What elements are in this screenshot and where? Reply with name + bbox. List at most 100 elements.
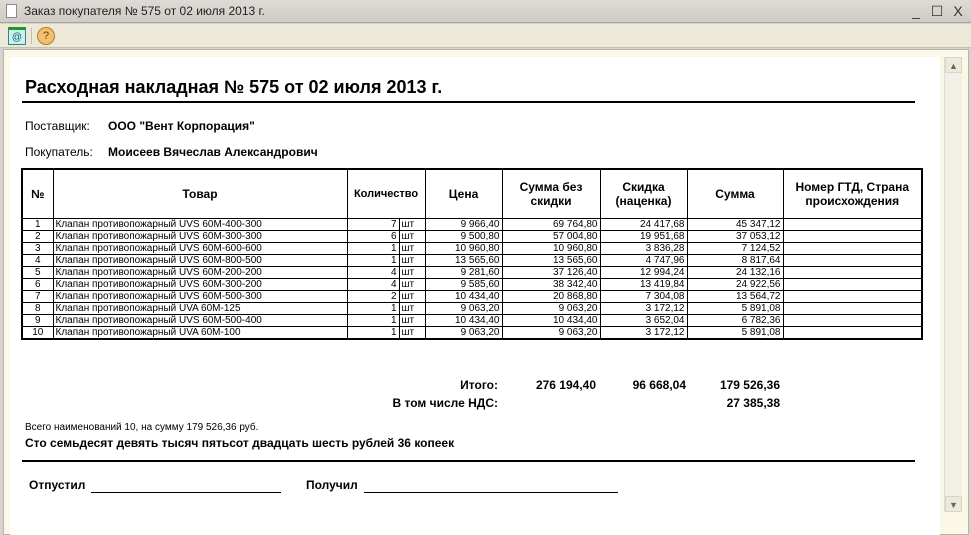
row-sum-nodisc: 10 960,80 [501, 241, 601, 255]
row-qty: 1 [346, 301, 400, 315]
row-discount: 13 419,84 [599, 277, 688, 291]
row-unit: шт [398, 217, 426, 231]
row-num: 5 [21, 265, 54, 279]
close-button[interactable]: X [950, 3, 966, 19]
vat-label: В том числе НДС: [392, 396, 498, 410]
row-price: 10 434,40 [424, 289, 503, 303]
row-price: 9 500,80 [424, 229, 503, 243]
received-signature-line [364, 492, 618, 493]
row-unit: шт [398, 265, 426, 279]
row-gtd [782, 253, 923, 267]
maximize-button[interactable]: ☐ [929, 3, 945, 20]
row-unit: шт [398, 289, 426, 303]
col-discount: Скидка (наценка) [599, 168, 688, 219]
divider [22, 460, 915, 462]
table-row: 9 Клапан противопожарный UVS 60М-500-400 1… [21, 313, 923, 327]
row-price: 9 281,60 [424, 265, 503, 279]
vertical-scrollbar[interactable]: ▲ ▼ [944, 57, 962, 512]
row-price: 13 565,60 [424, 253, 503, 267]
row-sum: 37 053,12 [686, 229, 784, 243]
row-unit: шт [398, 313, 426, 327]
row-sum: 13 564,72 [686, 289, 784, 303]
col-price: Цена [424, 168, 503, 219]
row-discount: 3 652,04 [599, 313, 688, 327]
row-discount: 3 172,12 [599, 325, 688, 339]
col-num: № [21, 168, 54, 219]
row-qty: 4 [346, 277, 400, 291]
row-sum-nodisc: 38 342,40 [501, 277, 601, 291]
row-price: 9 966,40 [424, 217, 503, 231]
row-sum-nodisc: 69 764,80 [501, 217, 601, 231]
row-sum-nodisc: 9 063,20 [501, 301, 601, 315]
row-item: Клапан противопожарный UVS 60М-600-600 [52, 241, 348, 255]
row-item: Клапан противопожарный UVA 60М-125 [52, 301, 348, 315]
buyer-label: Покупатель: [25, 145, 93, 159]
row-sum-nodisc: 10 434,40 [501, 313, 601, 327]
row-sum: 45 347,12 [686, 217, 784, 231]
row-item: Клапан противопожарный UVS 60М-500-400 [52, 313, 348, 327]
row-item: Клапан противопожарный UVS 60М-500-300 [52, 289, 348, 303]
row-item: Клапан противопожарный UVS 60М-200-200 [52, 265, 348, 279]
row-gtd [782, 229, 923, 243]
row-item: Клапан противопожарный UVS 60М-300-200 [52, 277, 348, 291]
row-sum: 6 782,36 [686, 313, 784, 327]
total-sum-nodisc: 276 194,40 [535, 378, 596, 392]
row-item: Клапан противопожарный UVA 60М-100 [52, 325, 348, 339]
supplier-name: ООО "Вент Корпорация" [108, 119, 255, 133]
row-gtd [782, 313, 923, 327]
row-num: 8 [21, 301, 54, 315]
row-qty: 1 [346, 325, 400, 339]
table-row: 5 Клапан противопожарный UVS 60М-200-200 4… [21, 265, 923, 279]
row-discount: 24 417,68 [599, 217, 688, 231]
table-row: 8 Клапан противопожарный UVA 60М-125 1 шт 9 … [21, 301, 923, 315]
col-sum-nodisc: Сумма без скидки [501, 168, 601, 219]
row-sum-nodisc: 13 565,60 [501, 253, 601, 267]
row-discount: 12 994,24 [599, 265, 688, 279]
row-num: 6 [21, 277, 54, 291]
invoice-title: Расходная накладная № 575 от 02 июля 201… [25, 77, 443, 97]
released-signature-line [91, 492, 281, 493]
row-sum: 5 891,08 [686, 325, 784, 339]
row-sum-nodisc: 9 063,20 [501, 325, 601, 339]
row-price: 9 063,20 [424, 325, 503, 339]
row-sum-nodisc: 57 004,80 [501, 229, 601, 243]
row-num: 4 [21, 253, 54, 267]
row-qty: 1 [346, 253, 400, 267]
help-icon[interactable]: ? [37, 27, 55, 45]
send-email-icon[interactable]: @ [8, 27, 26, 45]
table-row: 7 Клапан противопожарный UVS 60М-500-300 2… [21, 289, 923, 303]
row-unit: шт [398, 325, 426, 339]
table-row: 2 Клапан противопожарный UVS 60М-300-300 6… [21, 229, 923, 243]
released-label: Отпустил [29, 478, 86, 492]
table-row: 6 Клапан противопожарный UVS 60М-300-200 4… [21, 277, 923, 291]
col-item: Товар [52, 168, 348, 219]
row-sum: 24 922,56 [686, 277, 784, 291]
row-sum: 5 891,08 [686, 301, 784, 315]
row-item: Клапан противопожарный UVS 60М-300-300 [52, 229, 348, 243]
row-unit: шт [398, 241, 426, 255]
row-price: 9 585,60 [424, 277, 503, 291]
row-num: 3 [21, 241, 54, 255]
window-title: Заказ покупателя № 575 от 02 июля 2013 г… [24, 4, 265, 18]
row-discount: 3 172,12 [599, 301, 688, 315]
row-discount: 19 951,68 [599, 229, 688, 243]
scroll-down-arrow-icon[interactable]: ▼ [945, 496, 962, 512]
row-qty: 6 [346, 229, 400, 243]
row-gtd [782, 241, 923, 255]
row-unit: шт [398, 277, 426, 291]
invoice-page: Расходная накладная № 575 от 02 июля 201… [10, 57, 940, 535]
received-label: Получил [306, 478, 358, 492]
scroll-up-arrow-icon[interactable]: ▲ [945, 57, 962, 73]
row-sum: 8 817,64 [686, 253, 784, 267]
divider [22, 101, 915, 103]
row-qty: 4 [346, 265, 400, 279]
toolbar-separator [31, 28, 32, 44]
row-num: 7 [21, 289, 54, 303]
row-gtd [782, 301, 923, 315]
minimize-button[interactable]: _ [908, 3, 924, 19]
row-price: 10 434,40 [424, 313, 503, 327]
document-icon [6, 4, 17, 18]
row-gtd [782, 265, 923, 279]
row-gtd [782, 217, 923, 231]
row-gtd [782, 325, 923, 339]
